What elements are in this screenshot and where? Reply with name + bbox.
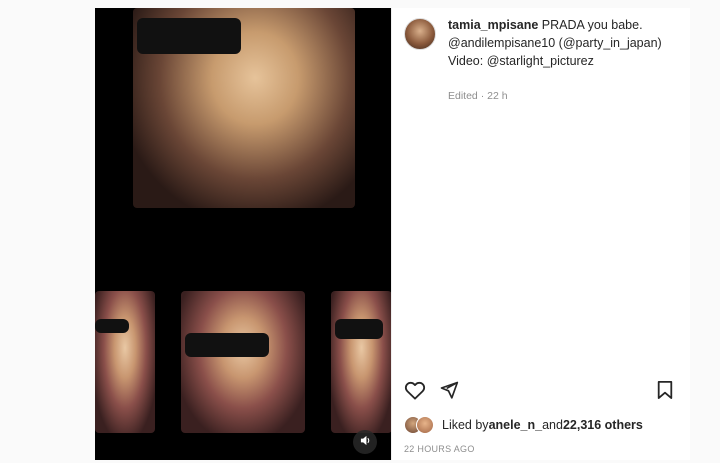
post-modal: tamia_mpisane PRADA you babe. @andilempi… xyxy=(95,8,690,460)
caption-text: tamia_mpisane PRADA you babe. @andilempi… xyxy=(448,16,678,70)
liked-by-user-link[interactable]: anele_n_ xyxy=(489,418,543,432)
heart-icon xyxy=(404,380,426,403)
sunglasses-shape xyxy=(335,319,383,339)
bookmark-icon xyxy=(656,380,674,403)
sunglasses-shape xyxy=(185,333,269,357)
avatar xyxy=(416,416,434,434)
video-still xyxy=(133,8,355,208)
caption-body: PRADA you babe. xyxy=(538,18,643,32)
post-sidebar: tamia_mpisane PRADA you babe. @andilempi… xyxy=(391,8,690,460)
post-caption: tamia_mpisane PRADA you babe. @andilempi… xyxy=(392,8,690,70)
video-still xyxy=(331,291,391,433)
liked-by-mid: and xyxy=(542,418,563,432)
liked-by-prefix: Liked by xyxy=(442,418,489,432)
caption-punct: ) xyxy=(657,36,662,50)
avatar[interactable] xyxy=(404,18,436,50)
video-still xyxy=(181,291,305,433)
save-button[interactable] xyxy=(652,378,678,404)
mention-link[interactable]: @party_in_japan xyxy=(563,36,658,50)
liker-avatars xyxy=(404,416,436,434)
video-frame-main xyxy=(133,8,355,208)
sound-toggle-button[interactable] xyxy=(353,430,377,454)
speaker-icon xyxy=(360,435,371,449)
page: tamia_mpisane PRADA you babe. @andilempi… xyxy=(0,0,720,463)
paper-plane-icon xyxy=(439,380,459,403)
video-frame-thumb xyxy=(95,291,155,433)
sunglasses-shape xyxy=(95,319,129,333)
action-bar xyxy=(392,378,688,404)
edited-separator: · xyxy=(477,90,488,102)
liked-by-count-link[interactable]: 22,316 others xyxy=(563,418,643,432)
username-link[interactable]: tamia_mpisane xyxy=(448,18,538,32)
share-button[interactable] xyxy=(436,378,462,404)
mention-link[interactable]: @andilempisane10 xyxy=(448,36,555,50)
edited-meta: Edited · 22 h xyxy=(448,90,690,102)
likes-summary: Liked by anele_n_ and 22,316 others xyxy=(404,416,643,434)
post-timestamp[interactable]: 22 HOURS AGO xyxy=(404,444,475,454)
caption-video-label: Video: xyxy=(448,54,487,68)
mention-link[interactable]: @starlight_picturez xyxy=(487,54,594,68)
video-frame-thumb xyxy=(181,291,305,433)
edited-label: Edited xyxy=(448,90,478,102)
sunglasses-shape xyxy=(137,18,241,54)
post-video[interactable] xyxy=(95,8,391,460)
video-still xyxy=(95,291,155,433)
caption-punct: ( xyxy=(555,36,563,50)
video-frame-thumb xyxy=(331,291,391,433)
like-button[interactable] xyxy=(402,378,428,404)
edited-time: 22 h xyxy=(487,90,508,102)
